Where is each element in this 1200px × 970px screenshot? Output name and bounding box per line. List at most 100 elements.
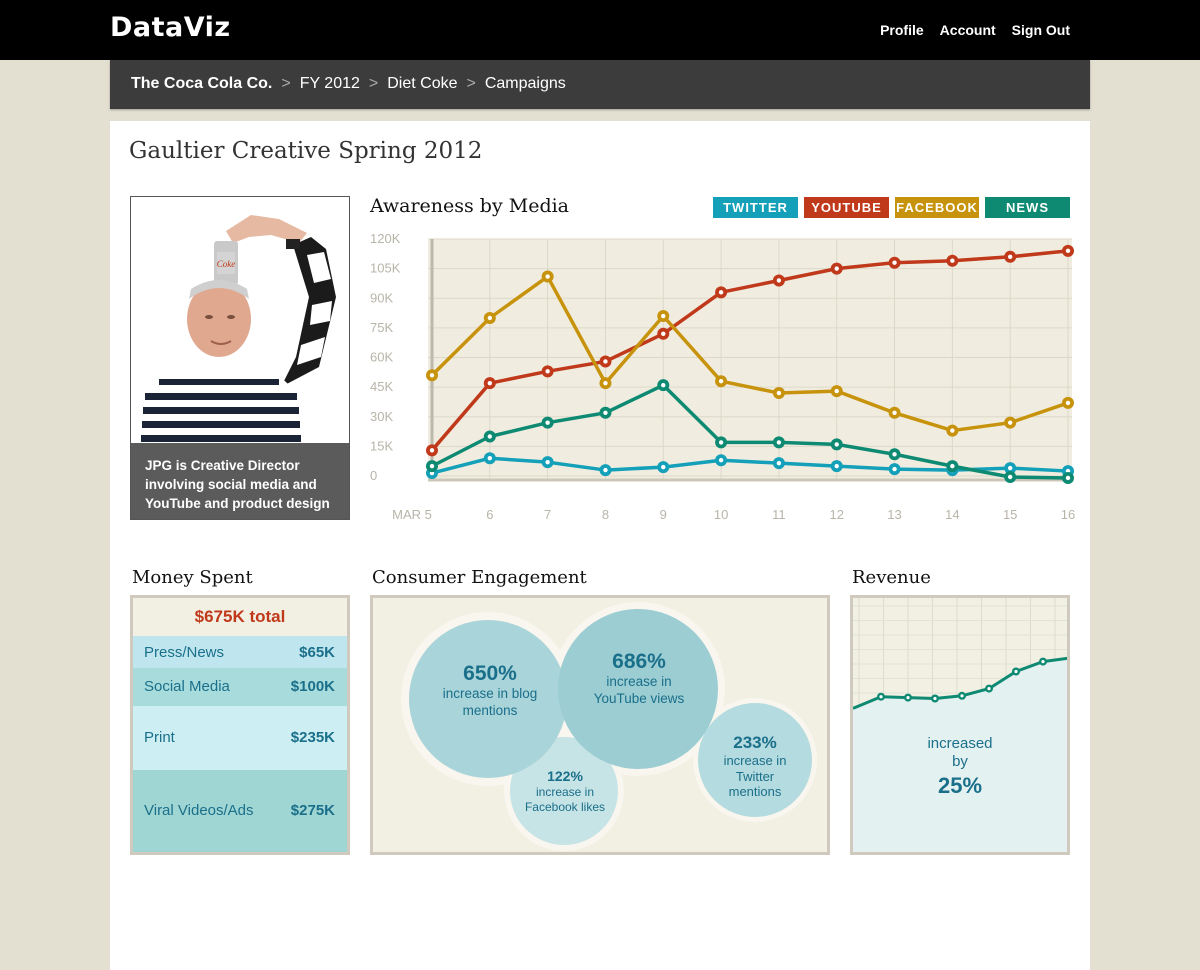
data-point-center	[487, 434, 493, 439]
data-point-center	[487, 456, 493, 461]
data-point-center	[950, 463, 955, 469]
youtube-pct: 686%	[612, 650, 666, 673]
data-point-center	[834, 463, 839, 469]
data-point-center	[1007, 465, 1013, 471]
revenue-point-center	[960, 694, 964, 698]
money-row-value: $235K	[290, 729, 335, 746]
profile-link[interactable]: Profile	[880, 22, 924, 38]
twitter-text: increase in Twitter mentions	[723, 753, 787, 799]
legend-twitter[interactable]: TWITTER	[713, 197, 798, 218]
data-point-center	[834, 442, 839, 447]
app-logo[interactable]: DataViz	[110, 12, 231, 43]
revenue-box: increased by 25%	[850, 595, 1070, 855]
money-row-value: $65K	[299, 644, 335, 661]
money-row-label: Print	[144, 729, 175, 746]
data-point-center	[892, 452, 897, 457]
data-point-center	[776, 440, 782, 445]
blog-text: increase in blog mentions	[442, 686, 538, 718]
blog-stat: 650% increase in blog mentions	[435, 662, 545, 719]
x-tick-label: 11	[772, 507, 786, 522]
data-point-center	[892, 410, 897, 415]
photo-caption: JPG is Creative Director involving socia…	[131, 443, 349, 519]
data-point-center	[1007, 474, 1013, 480]
twitter-stat: 233% increase in Twitter mentions	[714, 732, 796, 800]
y-tick-label: 45K	[370, 379, 393, 394]
chart-y-axis: 120K 105K 90K 75K 60K 45K 30K 15K 0	[370, 231, 401, 483]
breadcrumb-company[interactable]: The Coca Cola Co.	[131, 75, 272, 93]
data-point-center	[429, 463, 435, 469]
data-point-center	[776, 278, 782, 283]
breadcrumb-separator: >	[466, 75, 476, 92]
awareness-title: Awareness by Media	[370, 195, 570, 217]
money-total: $675K total	[194, 607, 286, 626]
top-nav: Profile Account Sign Out	[880, 22, 1070, 38]
money-row-print: Print $235K	[133, 706, 347, 770]
data-point-center	[834, 266, 839, 271]
data-point-center	[718, 379, 724, 384]
data-point-center	[1065, 400, 1071, 406]
money-row-label: Press/News	[144, 644, 225, 661]
engagement-title: Consumer Engagement	[372, 567, 587, 588]
breadcrumb-fiscal-year[interactable]: FY 2012	[300, 75, 360, 93]
data-point-center	[1007, 420, 1013, 425]
account-link[interactable]: Account	[940, 22, 996, 38]
y-tick-label: 0	[370, 468, 377, 483]
x-tick-label: 8	[602, 507, 609, 522]
money-row-value: $100K	[290, 678, 335, 695]
page-title: Gaultier Creative Spring 2012	[129, 138, 483, 164]
breadcrumb-brand[interactable]: Diet Coke	[387, 75, 457, 93]
photo-card: Coke JPG is Creative Director involving …	[130, 196, 350, 520]
x-tick-label: 6	[486, 507, 493, 522]
data-point-center	[429, 373, 435, 378]
money-spent-title: Money Spent	[132, 567, 253, 588]
svg-text:Coke: Coke	[217, 259, 236, 269]
chart-x-axis: MAR 5 6 7 8 9 10 11 12 13 14 15 16	[392, 507, 1075, 522]
data-point-center	[603, 467, 608, 473]
x-tick-label: 16	[1061, 507, 1075, 522]
data-point-center	[950, 428, 955, 433]
data-point-center	[487, 380, 493, 386]
facebook-text: increase in Facebook likes	[524, 785, 606, 814]
breadcrumb-campaigns[interactable]: Campaigns	[485, 75, 566, 93]
data-point-center	[776, 390, 782, 396]
breadcrumb: The Coca Cola Co. > FY 2012 > Diet Coke …	[131, 75, 566, 93]
y-tick-label: 15K	[370, 438, 393, 453]
revenue-point-center	[933, 696, 937, 701]
data-point-center	[603, 410, 608, 415]
youtube-stat: 686% increase in YouTube views	[587, 650, 691, 707]
data-point-center	[487, 315, 493, 321]
data-point-center	[950, 258, 955, 263]
data-point-center	[603, 359, 608, 364]
data-point-center	[834, 388, 839, 394]
blog-pct: 650%	[463, 662, 517, 685]
revenue-point-center	[879, 695, 883, 699]
money-row-label: Social Media	[144, 678, 230, 695]
data-point-center	[545, 420, 550, 425]
data-point-center	[661, 382, 666, 388]
y-tick-label: 120K	[370, 231, 401, 246]
revenue-line2: by	[952, 753, 968, 770]
y-tick-label: 90K	[370, 290, 393, 305]
x-tick-label: MAR 5	[392, 507, 432, 522]
legend-youtube[interactable]: YOUTUBE	[804, 197, 889, 218]
revenue-title: Revenue	[852, 567, 931, 588]
legend-news[interactable]: NEWS	[985, 197, 1070, 218]
awareness-chart: 120K 105K 90K 75K 60K 45K 30K 15K 0 MAR 5 6 7 8 9 10 1…	[370, 231, 1075, 522]
legend-facebook[interactable]: FACEBOOK	[895, 197, 979, 218]
twitter-pct: 233%	[733, 733, 777, 752]
data-point-center	[776, 460, 782, 466]
y-tick-label: 30K	[370, 409, 393, 424]
data-point-center	[718, 290, 724, 295]
facebook-pct: 122%	[547, 768, 583, 784]
data-point-center	[661, 313, 666, 319]
data-point-center	[892, 260, 897, 265]
breadcrumb-separator: >	[368, 75, 379, 92]
revenue-point-center	[987, 687, 991, 691]
revenue-chart	[853, 598, 1067, 852]
revenue-point-center	[1041, 660, 1045, 664]
sign-out-link[interactable]: Sign Out	[1012, 22, 1070, 38]
engagement-box: 650% increase in blog mentions 686% incr…	[370, 595, 830, 855]
x-tick-label: 9	[660, 507, 667, 522]
data-point-center	[429, 448, 435, 453]
data-point-center	[718, 440, 724, 445]
